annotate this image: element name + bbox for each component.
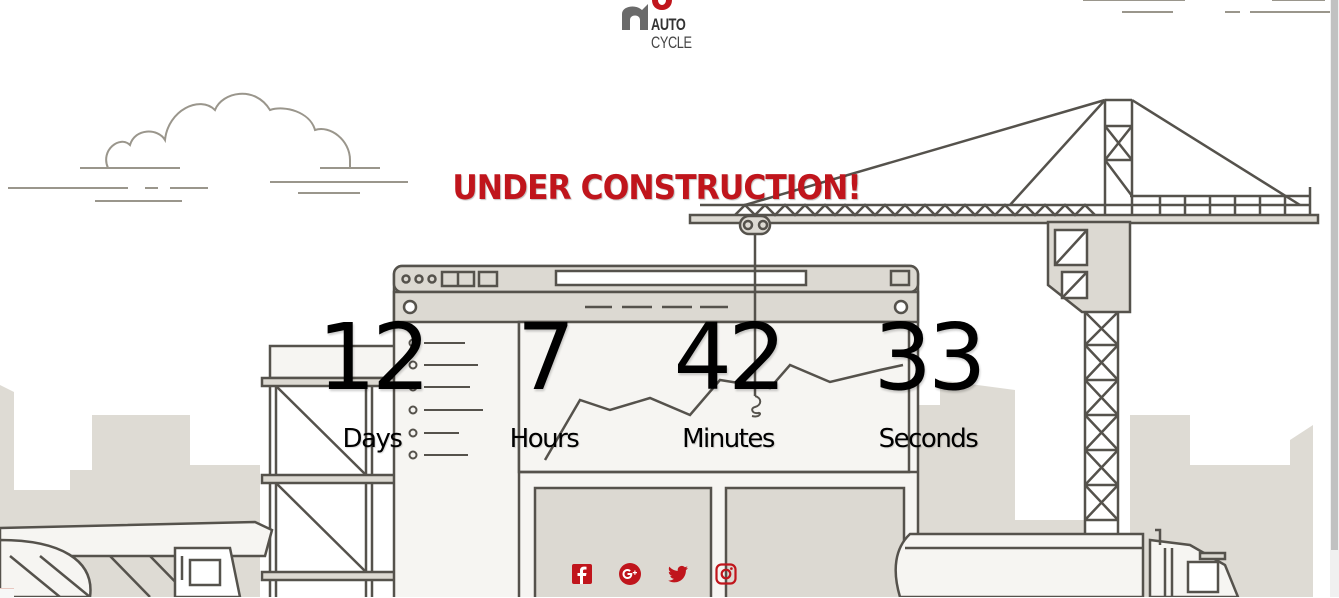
brand-name-line2: CYCLE [651, 33, 692, 52]
countdown-days-label: Days [342, 424, 403, 454]
twitter-icon[interactable] [666, 562, 690, 586]
countdown-minutes-label: Minutes [682, 424, 775, 454]
construction-illustration [0, 0, 1330, 597]
instagram-icon[interactable] [714, 562, 738, 586]
countdown-minutes: 42 Minutes [628, 304, 828, 455]
brand-name-line1: AUTO [651, 15, 686, 34]
countdown-seconds-label: Seconds [878, 424, 979, 454]
countdown-days: 12 Days [272, 304, 472, 455]
countdown-minutes-value: 42 [673, 304, 786, 411]
countdown-days-value: 12 [317, 304, 430, 411]
countdown-hours-value: 7 [516, 304, 576, 411]
countdown-hours-label: Hours [509, 424, 580, 454]
scrollbar-thumb[interactable] [1331, 0, 1338, 550]
google-plus-icon[interactable] [618, 562, 642, 586]
page-title: UNDER CONSTRUCTION! [452, 168, 861, 208]
page-scrollbar[interactable] [1330, 0, 1339, 597]
social-links [570, 562, 738, 586]
countdown-seconds-value: 33 [873, 304, 986, 411]
countdown-seconds: 33 Seconds [828, 304, 1028, 455]
facebook-icon[interactable] [570, 562, 594, 586]
countdown-hours: 7 Hours [444, 304, 644, 455]
